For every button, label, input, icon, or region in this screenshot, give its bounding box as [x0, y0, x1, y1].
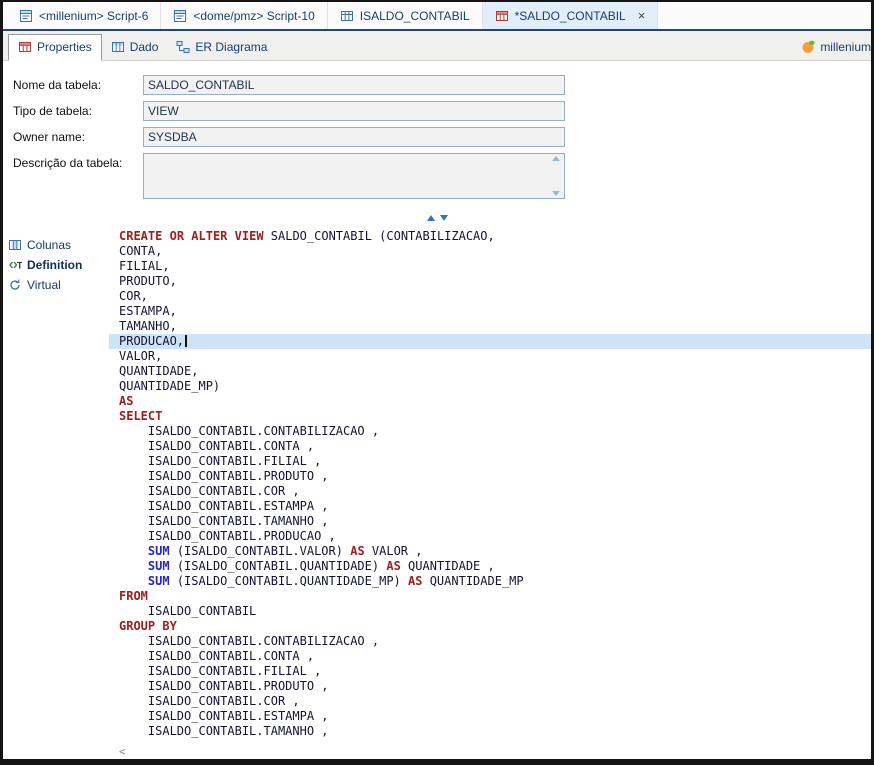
- sidebar-item-label: Virtual: [27, 278, 61, 292]
- code-line[interactable]: QUANTIDADE_MP): [109, 379, 871, 394]
- tab-dome-pmz-script-10[interactable]: <dome/pmz> Script-10: [161, 2, 327, 29]
- table-type-label: Tipo de tabela:: [13, 101, 143, 118]
- code-line[interactable]: ISALDO_CONTABIL.CONTABILIZACAO ,: [109, 634, 871, 649]
- database-tool-window: <millenium> Script-6 <dome/pmz> Script-1…: [0, 0, 874, 765]
- code-line[interactable]: ISALDO_CONTABIL: [109, 604, 871, 619]
- code-line[interactable]: TAMANHO,: [109, 319, 871, 334]
- tab-dado[interactable]: Dado: [102, 35, 168, 60]
- table-description-box: [143, 153, 565, 199]
- subtab-label: Properties: [37, 40, 92, 54]
- tab-label: <millenium> Script-6: [39, 9, 148, 23]
- horizontal-scrollbar[interactable]: <: [109, 743, 871, 759]
- tab-label: *SALDO_CONTABIL: [515, 9, 626, 23]
- code-line[interactable]: AS: [109, 394, 871, 409]
- tab-millenium-script-6[interactable]: <millenium> Script-6: [7, 2, 161, 29]
- code-line[interactable]: COR,: [109, 289, 871, 304]
- sidebar-item-label: Definition: [27, 258, 82, 272]
- code-line[interactable]: ESTAMPA,: [109, 304, 871, 319]
- database-name: millenium: [820, 40, 871, 54]
- view-icon: [495, 9, 509, 23]
- tab-er-diagrama[interactable]: ER Diagrama: [167, 35, 276, 60]
- scroll-left-arrow-icon[interactable]: <: [119, 745, 126, 758]
- code-line[interactable]: ISALDO_CONTABIL.PRODUTO ,: [109, 679, 871, 694]
- code-line[interactable]: ISALDO_CONTABIL.COR ,: [109, 694, 871, 709]
- sidebar-item-definition[interactable]: T Definition: [3, 255, 109, 275]
- code-line[interactable]: VALOR,: [109, 349, 871, 364]
- tab-isaldo-contabil[interactable]: ISALDO_CONTABIL: [328, 2, 483, 29]
- splitter-down-icon[interactable]: [440, 215, 448, 221]
- tab-saldo-contabil[interactable]: *SALDO_CONTABIL ×: [483, 2, 659, 29]
- er-diagram-icon: [176, 40, 190, 54]
- table-type-input[interactable]: [143, 101, 565, 121]
- code-line[interactable]: ISALDO_CONTABIL.TAMANHO ,: [109, 514, 871, 529]
- table-description-input[interactable]: [144, 154, 548, 198]
- code-line[interactable]: ISALDO_CONTABIL.FILIAL ,: [109, 664, 871, 679]
- view-icon: [18, 40, 32, 54]
- tab-properties[interactable]: Properties: [8, 34, 102, 61]
- table-name-input[interactable]: [143, 75, 565, 95]
- sidebar-item-colunas[interactable]: Colunas: [3, 235, 109, 255]
- scroll-up-icon[interactable]: [552, 156, 560, 161]
- table-properties-form: Nome da tabela: Tipo de tabela: Owner na…: [3, 61, 871, 211]
- text-caret: [185, 335, 187, 347]
- table-description-label: Descrição da tabela:: [13, 153, 143, 170]
- table-name-label: Nome da tabela:: [13, 75, 143, 92]
- code-line[interactable]: ISALDO_CONTABIL.FILIAL ,: [109, 454, 871, 469]
- code-line[interactable]: CONTA,: [109, 244, 871, 259]
- close-icon[interactable]: ×: [638, 9, 646, 22]
- code-line[interactable]: ISALDO_CONTABIL.ESTAMPA ,: [109, 709, 871, 724]
- code-line[interactable]: ISALDO_CONTABIL.PRODUTO ,: [109, 469, 871, 484]
- main-area: Colunas T Definition Virtual CREATE OR A…: [3, 225, 871, 759]
- subtab-label: Dado: [130, 40, 159, 54]
- code-line[interactable]: ISALDO_CONTABIL.CONTA ,: [109, 649, 871, 664]
- code-line[interactable]: SUM (ISALDO_CONTABIL.VALOR) AS VALOR ,: [109, 544, 871, 559]
- tab-label: <dome/pmz> Script-10: [193, 9, 314, 23]
- code-line[interactable]: ISALDO_CONTABIL.TAMANHO ,: [109, 724, 871, 739]
- splitter-handle[interactable]: [3, 211, 871, 225]
- script-icon: [173, 9, 187, 23]
- object-subtabbar: Properties Dado ER Diagrama millenium: [3, 31, 871, 61]
- sql-editor[interactable]: CREATE OR ALTER VIEW SALDO_CONTABIL (CON…: [109, 225, 871, 743]
- code-line[interactable]: ISALDO_CONTABIL.PRODUCAO ,: [109, 529, 871, 544]
- database-indicator[interactable]: millenium: [795, 39, 871, 60]
- code-line[interactable]: ISALDO_CONTABIL.ESTAMPA ,: [109, 499, 871, 514]
- code-line[interactable]: SUM (ISALDO_CONTABIL.QUANTIDADE) AS QUAN…: [109, 559, 871, 574]
- code-line[interactable]: ISALDO_CONTABIL.CONTA ,: [109, 439, 871, 454]
- splitter-up-icon[interactable]: [427, 215, 435, 221]
- description-scrollbar[interactable]: [548, 154, 564, 198]
- code-line[interactable]: ISALDO_CONTABIL.COR ,: [109, 484, 871, 499]
- tab-label: ISALDO_CONTABIL: [360, 9, 470, 23]
- code-line[interactable]: ISALDO_CONTABIL.CONTABILIZACAO ,: [109, 424, 871, 439]
- scroll-down-icon[interactable]: [552, 191, 560, 196]
- millenium-logo-icon: [801, 39, 816, 54]
- code-line[interactable]: SELECT: [109, 409, 871, 424]
- code-line[interactable]: PRODUTO,: [109, 274, 871, 289]
- code-line[interactable]: GROUP BY: [109, 619, 871, 634]
- sql-editor-pane: CREATE OR ALTER VIEW SALDO_CONTABIL (CON…: [109, 225, 871, 759]
- code-line[interactable]: CREATE OR ALTER VIEW SALDO_CONTABIL (CON…: [109, 229, 871, 244]
- svg-text:T: T: [17, 261, 22, 271]
- code-line[interactable]: PRODUCAO,: [109, 334, 871, 349]
- owner-name-label: Owner name:: [13, 127, 143, 144]
- subtab-label: ER Diagrama: [195, 40, 267, 54]
- sidebar-item-label: Colunas: [27, 238, 71, 252]
- owner-name-input[interactable]: [143, 127, 565, 147]
- document-tabbar: <millenium> Script-6 <dome/pmz> Script-1…: [3, 2, 871, 31]
- code-line[interactable]: QUANTIDADE,: [109, 364, 871, 379]
- table-icon: [340, 9, 354, 23]
- refresh-arrows-icon: [8, 278, 22, 292]
- script-icon: [19, 9, 33, 23]
- definition-icon: T: [8, 258, 22, 272]
- columns-icon: [8, 238, 22, 252]
- data-grid-icon: [111, 40, 125, 54]
- code-line[interactable]: FROM: [109, 589, 871, 604]
- code-line[interactable]: FILIAL,: [109, 259, 871, 274]
- section-sidebar: Colunas T Definition Virtual: [3, 225, 109, 759]
- code-line[interactable]: SUM (ISALDO_CONTABIL.QUANTIDADE_MP) AS Q…: [109, 574, 871, 589]
- sidebar-item-virtual[interactable]: Virtual: [3, 275, 109, 295]
